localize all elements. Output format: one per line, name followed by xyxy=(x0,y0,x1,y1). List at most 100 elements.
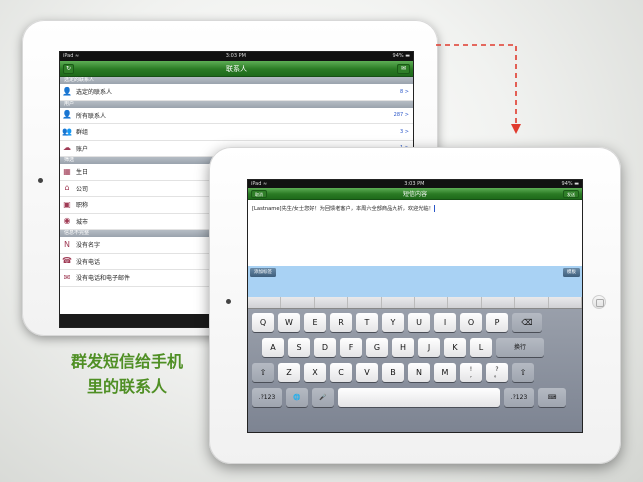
key-j[interactable]: J xyxy=(418,338,440,357)
candidate-bar xyxy=(248,297,582,309)
key-h[interactable]: H xyxy=(392,338,414,357)
section-header: 用户 xyxy=(60,100,413,108)
key-exclaim-comma[interactable]: ! , xyxy=(460,363,482,382)
key-v[interactable]: V xyxy=(356,363,378,382)
list-item-label: 没有电话 xyxy=(76,258,101,266)
status-battery: 94% ▬ xyxy=(392,53,410,59)
key-t[interactable]: T xyxy=(356,313,378,332)
numbers-key-right[interactable]: .?123 xyxy=(504,388,534,407)
key-x[interactable]: X xyxy=(304,363,326,382)
key-m[interactable]: M xyxy=(434,363,456,382)
refresh-icon[interactable]: ↻ xyxy=(63,64,74,74)
list-item-count: 8 > xyxy=(400,88,409,95)
key-y[interactable]: Y xyxy=(382,313,404,332)
keyboard-row-3: ⇧ Z X C V B N M ! , ? 。 ⇧ xyxy=(252,363,578,382)
key-p[interactable]: P xyxy=(486,313,508,332)
text-caret xyxy=(433,205,435,212)
no-name-icon: N xyxy=(64,239,70,249)
key-k[interactable]: K xyxy=(444,338,466,357)
contacts-navbar: ↻ 联系人 ✉ xyxy=(60,61,413,77)
list-item-label: 群组 xyxy=(76,129,89,137)
chat-icon[interactable]: ✉ xyxy=(397,64,410,74)
keyboard-row-2: A S D F G H J K L 换行 xyxy=(252,338,578,357)
badge-icon: ▣ xyxy=(63,199,71,209)
key-e[interactable]: E xyxy=(304,313,326,332)
list-item-label: 职称 xyxy=(76,202,89,210)
delete-key[interactable]: ⌫ xyxy=(512,313,542,332)
numbers-key[interactable]: .?123 xyxy=(252,388,282,407)
key-q[interactable]: Q xyxy=(252,313,274,332)
key-g[interactable]: G xyxy=(366,338,388,357)
status-bar: iPad ≈ 3:03 PM 94% ▬ xyxy=(60,52,413,61)
key-o[interactable]: O xyxy=(460,313,482,332)
camera-dot xyxy=(38,178,43,183)
space-bar[interactable] xyxy=(338,388,500,407)
shift-key[interactable]: ⇧ xyxy=(252,363,274,382)
list-item-label: 选定的联系人 xyxy=(76,89,113,97)
globe-icon: ◉ xyxy=(63,216,71,226)
building-icon: ⌂ xyxy=(64,183,70,193)
promo-caption: 群发短信给手机 里的联系人 xyxy=(52,349,202,399)
return-key[interactable]: 换行 xyxy=(496,338,544,357)
keyboard-row-4: .?123 🌐 🎤 .?123 ⌨ xyxy=(252,388,578,407)
shift-key-right[interactable]: ⇧ xyxy=(512,363,534,382)
sms-screen: iPad ≈ 3:03 PM 94% ▬ 取消 短信内容 发送 [Lastnam… xyxy=(247,179,583,433)
key-l[interactable]: L xyxy=(470,338,492,357)
list-item-label: 公司 xyxy=(76,185,89,193)
list-item-label: 没有电话和电子邮件 xyxy=(76,275,131,283)
list-item-label: 生日 xyxy=(76,169,89,177)
key-bottom-glyph: , xyxy=(470,371,472,379)
dashed-arrow-icon xyxy=(436,44,521,134)
caption-line-1: 群发短信给手机 xyxy=(70,352,183,371)
microphone-icon[interactable]: 🎤 xyxy=(312,388,334,407)
key-f[interactable]: F xyxy=(340,338,362,357)
front-ipad-frame: iPad ≈ 3:03 PM 94% ▬ 取消 短信内容 发送 [Lastnam… xyxy=(209,147,621,464)
list-item-count: 287 > xyxy=(393,112,409,119)
key-question-period[interactable]: ? 。 xyxy=(486,363,508,382)
group-icon: 👥 xyxy=(62,126,72,136)
key-b[interactable]: B xyxy=(382,363,404,382)
key-u[interactable]: U xyxy=(408,313,430,332)
status-bar: iPad ≈ 3:03 PM 94% ▬ xyxy=(248,180,582,188)
globe-icon[interactable]: 🌐 xyxy=(286,388,308,407)
page-title: 联系人 xyxy=(226,64,247,73)
message-textarea[interactable]: [Lastname]先生/女士您好！为回馈老客户，本周六全部商品九折，欢迎光临！ xyxy=(248,200,582,266)
status-time: 3:03 PM xyxy=(404,181,425,187)
key-a[interactable]: A xyxy=(262,338,284,357)
list-item-all-contacts[interactable]: 👤 所有联系人 287 > xyxy=(60,108,413,124)
camera-dot xyxy=(226,299,231,304)
key-c[interactable]: C xyxy=(330,363,352,382)
send-button[interactable]: 发送 xyxy=(563,190,579,198)
keyboard: Q W E R T Y U I O P ⌫ A S D F G H J K L … xyxy=(248,297,582,432)
key-z[interactable]: Z xyxy=(278,363,300,382)
home-button[interactable] xyxy=(592,295,606,309)
page-title: 短信内容 xyxy=(402,191,427,198)
list-item-groups[interactable]: 👥 群组 3 > xyxy=(60,124,413,141)
list-item-selected-contacts[interactable]: 👤 选定的联系人 8 > xyxy=(60,84,413,101)
key-d[interactable]: D xyxy=(314,338,336,357)
calendar-icon: ▦ xyxy=(63,166,71,176)
list-item-label: 账户 xyxy=(76,145,89,153)
template-button[interactable]: 模板 xyxy=(563,268,580,277)
caption-line-2: 里的联系人 xyxy=(86,377,167,396)
key-w[interactable]: W xyxy=(278,313,300,332)
no-mail-icon: ✉ xyxy=(63,272,71,282)
key-n[interactable]: N xyxy=(408,363,430,382)
section-header: 选定的联系人 xyxy=(60,77,413,84)
cancel-button[interactable]: 取消 xyxy=(251,190,267,198)
hide-keyboard-icon[interactable]: ⌨ xyxy=(538,388,566,407)
message-text: [Lastname]先生/女士您好！为回馈老客户，本周六全部商品九折，欢迎光临！ xyxy=(252,206,434,212)
add-tag-button[interactable]: 添加标签 xyxy=(250,268,276,277)
key-s[interactable]: S xyxy=(288,338,310,357)
list-item-label: 所有联系人 xyxy=(76,112,107,120)
key-r[interactable]: R xyxy=(330,313,352,332)
no-phone-icon: ☎ xyxy=(62,256,72,266)
status-battery: 94% ▬ xyxy=(561,181,579,187)
cloud-icon: ☁ xyxy=(63,143,71,153)
tag-toolbar: 添加标签 模板 xyxy=(248,266,582,299)
key-i[interactable]: I xyxy=(434,313,456,332)
user-icon: 👤 xyxy=(62,86,72,96)
list-item-label: 没有名字 xyxy=(76,242,101,250)
list-item-count: 3 > xyxy=(400,128,409,135)
list-item-label: 城市 xyxy=(76,218,89,226)
